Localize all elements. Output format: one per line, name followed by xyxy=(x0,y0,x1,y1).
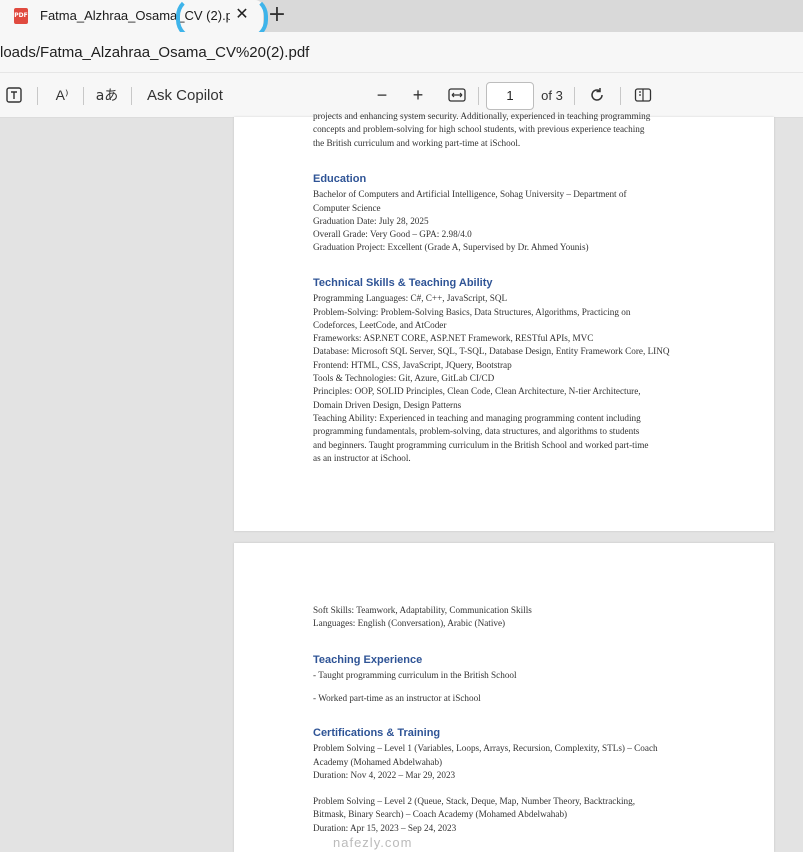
teaching-line: - Worked part-time as an instructor at i… xyxy=(313,692,481,703)
section-heading-certifications: Certifications & Training xyxy=(313,727,441,739)
toolbar-divider xyxy=(37,87,38,105)
intro-line: the British curriculum and working part-… xyxy=(313,137,521,148)
skills-line: Domain Driven Design, Design Patterns xyxy=(313,399,462,410)
watermark: nafezly.com xyxy=(333,835,413,850)
soft-skills-line: Soft Skills: Teamwork, Adaptability, Com… xyxy=(313,605,532,615)
intro-line: projects and enhancing system security. … xyxy=(313,111,651,121)
read-aloud-icon[interactable]: A⁾ xyxy=(50,73,74,117)
education-line: Bachelor of Computers and Artificial Int… xyxy=(313,189,627,200)
skills-line: Codeforces, LeetCode, and AtCoder xyxy=(313,319,447,330)
tab-title: Fatma_Alzhraa_Osama_CV (2).pdf xyxy=(40,8,230,23)
cert-line: Problem Solving – Level 2 (Queue, Stack,… xyxy=(313,796,635,807)
toolbar-divider xyxy=(131,87,132,105)
toolbar-divider xyxy=(478,87,479,105)
skills-line: Principles: OOP, SOLID Principles, Clean… xyxy=(313,386,641,397)
cert-line: Problem Solving – Level 1 (Variables, Lo… xyxy=(313,743,658,754)
text-icon[interactable] xyxy=(4,73,24,117)
section-heading-skills: Technical Skills & Teaching Ability xyxy=(313,277,493,289)
teaching-line: - Taught programming curriculum in the B… xyxy=(313,670,517,681)
skills-line: Tools & Technologies: Git, Azure, GitLab… xyxy=(313,373,495,384)
pdf-icon: PDF xyxy=(14,8,28,24)
new-tab-button[interactable]: + xyxy=(266,3,288,27)
close-tab-icon[interactable]: ✕ xyxy=(233,6,251,24)
intro-line: concepts and problem-solving for high sc… xyxy=(313,124,645,135)
pdf-page-2: Soft Skills: Teamwork, Adaptability, Com… xyxy=(234,543,774,852)
page-number-input[interactable]: 1 xyxy=(486,82,534,110)
section-heading-education: Education xyxy=(313,173,367,185)
skills-line: Teaching Ability: Experienced in teachin… xyxy=(313,412,641,423)
education-line: Overall Grade: Very Good – GPA: 2.98/4.0 xyxy=(313,229,472,240)
translate-icon[interactable]: aあ xyxy=(94,73,120,117)
browser-tab[interactable]: PDF Fatma_Alzhraa_Osama_CV (2).pdf ✕ xyxy=(0,0,263,32)
cert-line: Academy (Mohamed Abdelwahab) xyxy=(313,756,443,767)
skills-line: programming fundamentals, problem-solvin… xyxy=(313,426,640,437)
skills-line: Database: Microsoft SQL Server, SQL, T-S… xyxy=(313,346,670,357)
toolbar-divider xyxy=(574,87,575,105)
skills-line: Frontend: HTML, CSS, JavaScript, JQuery,… xyxy=(313,359,512,370)
cert-line: Duration: Nov 4, 2022 – Mar 29, 2023 xyxy=(313,769,456,780)
tab-bar: PDF Fatma_Alzhraa_Osama_CV (2).pdf ✕ + xyxy=(0,0,803,32)
education-line: Graduation Project: Excellent (Grade A, … xyxy=(313,242,589,253)
pdf-page-1: projects and enhancing system security. … xyxy=(234,111,774,531)
toolbar-divider xyxy=(620,87,621,105)
section-heading-teaching: Teaching Experience xyxy=(313,654,423,666)
education-line: Graduation Date: July 28, 2025 xyxy=(313,215,429,226)
skills-line: as an instructor at iSchool. xyxy=(313,452,411,463)
languages-line: Languages: English (Conversation), Arabi… xyxy=(313,618,506,629)
skills-line: Problem-Solving: Problem-Solving Basics,… xyxy=(313,306,631,317)
toolbar-divider xyxy=(83,87,84,105)
skills-line: Programming Languages: C#, C++, JavaScri… xyxy=(313,293,508,304)
url-text[interactable]: loads/Fatma_Alzahraa_Osama_CV%20(2).pdf xyxy=(0,44,309,61)
skills-line: and beginners. Taught programming curric… xyxy=(313,439,649,450)
ask-copilot-button[interactable]: Ask Copilot xyxy=(147,73,227,117)
cert-line: Bitmask, Binary Search) – Coach Academy … xyxy=(313,809,568,820)
address-bar[interactable]: loads/Fatma_Alzahraa_Osama_CV%20(2).pdf xyxy=(0,32,803,73)
skills-line: Frameworks: ASP.NET CORE, ASP.NET Framew… xyxy=(313,333,594,344)
cert-line: Duration: Apr 15, 2023 – Sep 24, 2023 xyxy=(313,822,457,833)
education-line: Computer Science xyxy=(313,202,381,213)
